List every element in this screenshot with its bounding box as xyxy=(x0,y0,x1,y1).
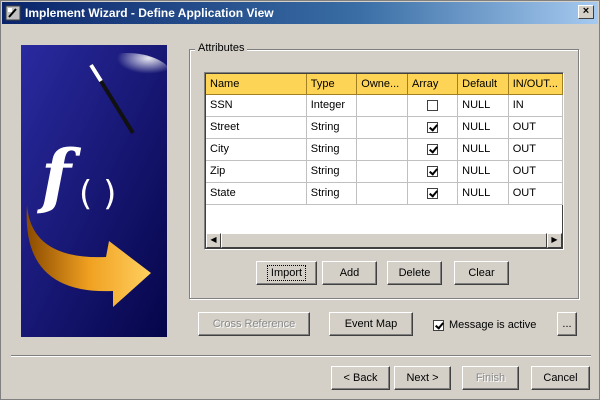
scroll-right-button[interactable]: ▶ xyxy=(547,233,562,248)
delete-button[interactable]: Delete xyxy=(387,261,442,285)
cell-default[interactable]: NULL xyxy=(457,94,509,117)
array-checkbox[interactable] xyxy=(427,187,439,199)
cell-owner[interactable] xyxy=(356,94,409,117)
attributes-grid: Name Type Owne... Array Default IN/OUT..… xyxy=(206,74,564,205)
wizard-window: Implement Wizard - Define Application Vi… xyxy=(0,0,600,400)
close-button[interactable]: × xyxy=(578,5,594,19)
back-button[interactable]: < Back xyxy=(331,366,390,390)
horizontal-scrollbar[interactable]: ◀ ▶ xyxy=(206,233,562,248)
cell-inout[interactable]: OUT xyxy=(508,160,564,183)
cell-default[interactable]: NULL xyxy=(457,138,509,161)
scroll-left-button[interactable]: ◀ xyxy=(206,233,221,248)
app-icon xyxy=(5,5,21,21)
cancel-button[interactable]: Cancel xyxy=(531,366,590,390)
table-row[interactable]: Zip String NULL OUT xyxy=(206,160,564,183)
column-header-name[interactable]: Name xyxy=(206,74,307,95)
cell-default[interactable]: NULL xyxy=(457,160,509,183)
cell-name[interactable]: State xyxy=(206,182,307,205)
cell-array[interactable] xyxy=(407,182,459,205)
cell-type[interactable]: String xyxy=(306,138,358,161)
close-icon: × xyxy=(582,5,590,17)
table-row[interactable]: State String NULL OUT xyxy=(206,182,564,205)
cell-name[interactable]: Street xyxy=(206,116,307,139)
column-header-inout[interactable]: IN/OUT... xyxy=(508,74,564,95)
cell-inout[interactable]: OUT xyxy=(508,138,564,161)
event-map-button[interactable]: Event Map xyxy=(329,312,413,336)
message-active-label: Message is active xyxy=(449,319,537,331)
cell-type[interactable]: Integer xyxy=(306,94,358,117)
column-header-type[interactable]: Type xyxy=(306,74,358,95)
cell-type[interactable]: String xyxy=(306,182,358,205)
cell-type[interactable]: String xyxy=(306,160,358,183)
cell-name[interactable]: SSN xyxy=(206,94,307,117)
wizard-illustration: f ( ) xyxy=(21,45,167,337)
cell-name[interactable]: Zip xyxy=(206,160,307,183)
table-row[interactable]: City String NULL OUT xyxy=(206,138,564,161)
svg-text:( ): ( ) xyxy=(79,174,116,214)
window-title: Implement Wizard - Define Application Vi… xyxy=(25,6,274,20)
cell-owner[interactable] xyxy=(356,116,409,139)
cell-inout[interactable]: OUT xyxy=(508,182,564,205)
attributes-group-label: Attributes xyxy=(195,42,248,54)
cell-owner[interactable] xyxy=(356,182,409,205)
cell-array[interactable] xyxy=(407,160,459,183)
add-button[interactable]: Add xyxy=(322,261,377,285)
arrow-right-icon: ▶ xyxy=(551,235,558,244)
column-header-array[interactable]: Array xyxy=(407,74,459,95)
column-header-default[interactable]: Default xyxy=(457,74,509,95)
next-button[interactable]: Next > xyxy=(394,366,451,390)
finish-button[interactable]: Finish xyxy=(462,366,519,390)
cell-owner[interactable] xyxy=(356,138,409,161)
cell-name[interactable]: City xyxy=(206,138,307,161)
array-checkbox[interactable] xyxy=(427,165,439,177)
cell-inout[interactable]: IN xyxy=(508,94,564,117)
table-row[interactable]: SSN Integer NULL IN xyxy=(206,94,564,117)
arrow-left-icon: ◀ xyxy=(210,235,217,244)
array-checkbox[interactable] xyxy=(427,143,439,155)
array-checkbox[interactable] xyxy=(427,121,439,133)
title-bar: Implement Wizard - Define Application Vi… xyxy=(2,2,598,24)
message-active-option[interactable]: Message is active xyxy=(433,318,536,332)
table-row[interactable]: Street String NULL OUT xyxy=(206,116,564,139)
column-header-owner[interactable]: Owne... xyxy=(356,74,409,95)
cell-array[interactable] xyxy=(407,116,459,139)
more-options-button[interactable]: ... xyxy=(557,312,577,336)
message-active-checkbox[interactable] xyxy=(433,319,444,331)
cell-owner[interactable] xyxy=(356,160,409,183)
cell-inout[interactable]: OUT xyxy=(508,116,564,139)
cell-default[interactable]: NULL xyxy=(457,116,509,139)
cross-reference-button[interactable]: Cross Reference xyxy=(198,312,310,336)
clear-button[interactable]: Clear xyxy=(454,261,509,285)
scroll-thumb[interactable] xyxy=(221,233,547,248)
cell-type[interactable]: String xyxy=(306,116,358,139)
cell-default[interactable]: NULL xyxy=(457,182,509,205)
table-header-row: Name Type Owne... Array Default IN/OUT..… xyxy=(206,74,564,95)
separator xyxy=(11,355,591,357)
array-checkbox[interactable] xyxy=(427,99,439,111)
import-button[interactable]: Import xyxy=(256,261,317,285)
attributes-table: Name Type Owne... Array Default IN/OUT..… xyxy=(204,72,564,250)
cell-array[interactable] xyxy=(407,138,459,161)
cell-array[interactable] xyxy=(407,94,459,117)
